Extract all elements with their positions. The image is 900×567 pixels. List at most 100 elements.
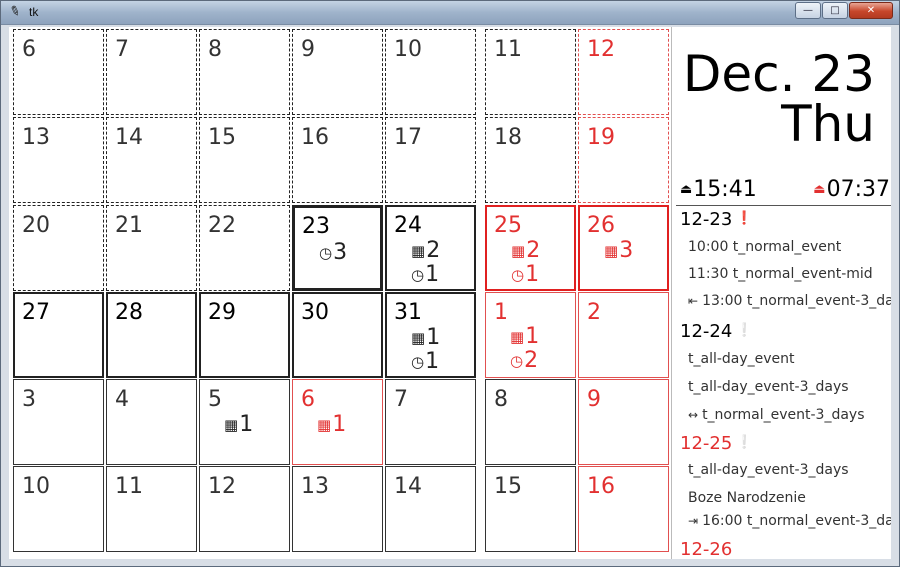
- agenda-event[interactable]: Boze Narodzenie: [688, 490, 806, 506]
- day-cell[interactable]: 29: [199, 292, 290, 378]
- exclamation-icon: ❕: [736, 435, 753, 450]
- day-cell[interactable]: 10: [385, 29, 476, 115]
- day-cell[interactable]: 12: [578, 29, 669, 115]
- agenda-event[interactable]: ↔ t_normal_event-3_days: [688, 407, 864, 423]
- timed-event-count: ◷ 2: [510, 348, 539, 373]
- day-number: 9: [587, 387, 601, 412]
- day-cell[interactable]: 18: [485, 117, 576, 203]
- day-number: 6: [22, 37, 36, 62]
- continue-start-icon: ⇤: [688, 294, 699, 308]
- day-number: 8: [208, 37, 222, 62]
- sunrise-time: ⏏07:37: [813, 177, 890, 202]
- day-number: 28: [115, 300, 143, 325]
- day-cell[interactable]: 16: [292, 117, 383, 203]
- day-number: 2: [587, 300, 601, 325]
- day-cell[interactable]: 24 ▦ 2 ◷ 1: [385, 205, 476, 291]
- day-number: 24: [394, 213, 422, 238]
- day-number: 18: [494, 125, 522, 150]
- side-panel: Dec. 23 Thu ⏏15:41 ⏏07:37 12-23 ❗ 10:00 t…: [671, 27, 891, 559]
- day-cell[interactable]: 10: [13, 466, 104, 552]
- day-cell[interactable]: 20: [13, 205, 104, 291]
- day-cell[interactable]: 3: [13, 379, 104, 465]
- today-cell[interactable]: 23 ◷ 3: [292, 205, 383, 291]
- day-cell[interactable]: 11: [485, 29, 576, 115]
- timed-event-count: ◷ 1: [411, 349, 440, 374]
- day-cell[interactable]: 27: [13, 292, 104, 378]
- agenda-day-header: 12-24 ❕: [680, 321, 753, 342]
- day-number: 5: [208, 387, 222, 412]
- all-day-event-count: ▦ 1: [510, 324, 540, 349]
- all-day-event-count: ▦ 2: [511, 238, 541, 263]
- day-number: 12: [208, 474, 236, 499]
- day-cell[interactable]: 9: [578, 379, 669, 465]
- minimize-button[interactable]: —: [795, 2, 821, 19]
- day-cell[interactable]: 14: [106, 117, 197, 203]
- day-cell[interactable]: 9: [292, 29, 383, 115]
- all-day-event-count: ▦ 3: [604, 238, 634, 263]
- client-area: 6 7 8 9 10 11 12 13 14 15 16 17 18 19 20…: [9, 27, 891, 559]
- day-cell[interactable]: 28: [106, 292, 197, 378]
- day-cell[interactable]: 14: [385, 466, 476, 552]
- day-cell[interactable]: 11: [106, 466, 197, 552]
- day-cell[interactable]: 15: [199, 117, 290, 203]
- window-title: tk: [29, 5, 39, 19]
- calendar-icon: ▦: [510, 328, 525, 346]
- day-number: 30: [301, 300, 329, 325]
- day-cell[interactable]: 6: [13, 29, 104, 115]
- day-cell[interactable]: 22: [199, 205, 290, 291]
- month-grid: 6 7 8 9 10 11 12 13 14 15 16 17 18 19 20…: [9, 27, 674, 559]
- day-cell[interactable]: 1 ▦ 1 ◷ 2: [485, 292, 576, 378]
- agenda-event[interactable]: t_all-day_event-3_days: [688, 462, 849, 478]
- agenda-event[interactable]: t_all-day_event-3_days: [688, 379, 849, 395]
- day-cell[interactable]: 19: [578, 117, 669, 203]
- day-cell[interactable]: 6 ▦ 1: [292, 379, 383, 465]
- day-cell[interactable]: 13: [13, 117, 104, 203]
- day-cell[interactable]: 30: [292, 292, 383, 378]
- day-number: 15: [494, 474, 522, 499]
- day-cell[interactable]: 8: [485, 379, 576, 465]
- day-cell[interactable]: 4: [106, 379, 197, 465]
- exclamation-icon: ❕: [736, 323, 753, 338]
- day-number: 25: [494, 213, 522, 238]
- day-cell[interactable]: 21: [106, 205, 197, 291]
- maximize-button[interactable]: □: [822, 2, 848, 19]
- day-cell[interactable]: 26 ▦ 3: [578, 205, 669, 291]
- day-number: 4: [115, 387, 129, 412]
- selected-date-text: Dec. 23: [682, 45, 875, 103]
- divider: [676, 205, 891, 206]
- agenda-event[interactable]: 11:30 t_normal_event-mid: [688, 266, 873, 282]
- day-number: 29: [208, 300, 236, 325]
- agenda-event[interactable]: t_all-day_event: [688, 351, 795, 367]
- day-number: 17: [394, 125, 422, 150]
- agenda-event[interactable]: ⇤ 13:00 t_normal_event-3_days: [688, 293, 891, 309]
- clock-icon: ◷: [411, 353, 425, 371]
- day-cell[interactable]: 15: [485, 466, 576, 552]
- day-cell[interactable]: 5 ▦ 1: [199, 379, 290, 465]
- clock-icon: ◷: [511, 266, 525, 284]
- day-cell[interactable]: 8: [199, 29, 290, 115]
- day-number: 16: [587, 474, 615, 499]
- all-day-event-count: ▦ 1: [317, 412, 347, 437]
- title-bar[interactable]: ✎ tk — □ ✕: [1, 1, 899, 25]
- day-cell[interactable]: 17: [385, 117, 476, 203]
- close-button[interactable]: ✕: [849, 2, 893, 19]
- selected-weekday: Thu: [781, 95, 875, 153]
- agenda-event[interactable]: ⇥ 16:00 t_normal_event-3_days: [688, 513, 891, 529]
- day-number: 16: [301, 125, 329, 150]
- day-number: 13: [301, 474, 329, 499]
- day-cell[interactable]: 16: [578, 466, 669, 552]
- day-cell[interactable]: 2: [578, 292, 669, 378]
- day-cell[interactable]: 12: [199, 466, 290, 552]
- calendar-icon: ▦: [511, 242, 526, 260]
- day-cell[interactable]: 25 ▦ 2 ◷ 1: [485, 205, 576, 291]
- agenda-event[interactable]: 10:00 t_normal_event: [688, 239, 841, 255]
- clock-icon: ◷: [510, 352, 524, 370]
- day-cell[interactable]: 13: [292, 466, 383, 552]
- day-number: 6: [301, 387, 315, 412]
- day-cell[interactable]: 7: [385, 379, 476, 465]
- day-number: 11: [494, 37, 522, 62]
- continue-end-icon: ⇥: [688, 514, 699, 528]
- day-cell[interactable]: 31 ▦ 1 ◷ 1: [385, 292, 476, 378]
- window-controls: — □ ✕: [794, 2, 893, 19]
- day-cell[interactable]: 7: [106, 29, 197, 115]
